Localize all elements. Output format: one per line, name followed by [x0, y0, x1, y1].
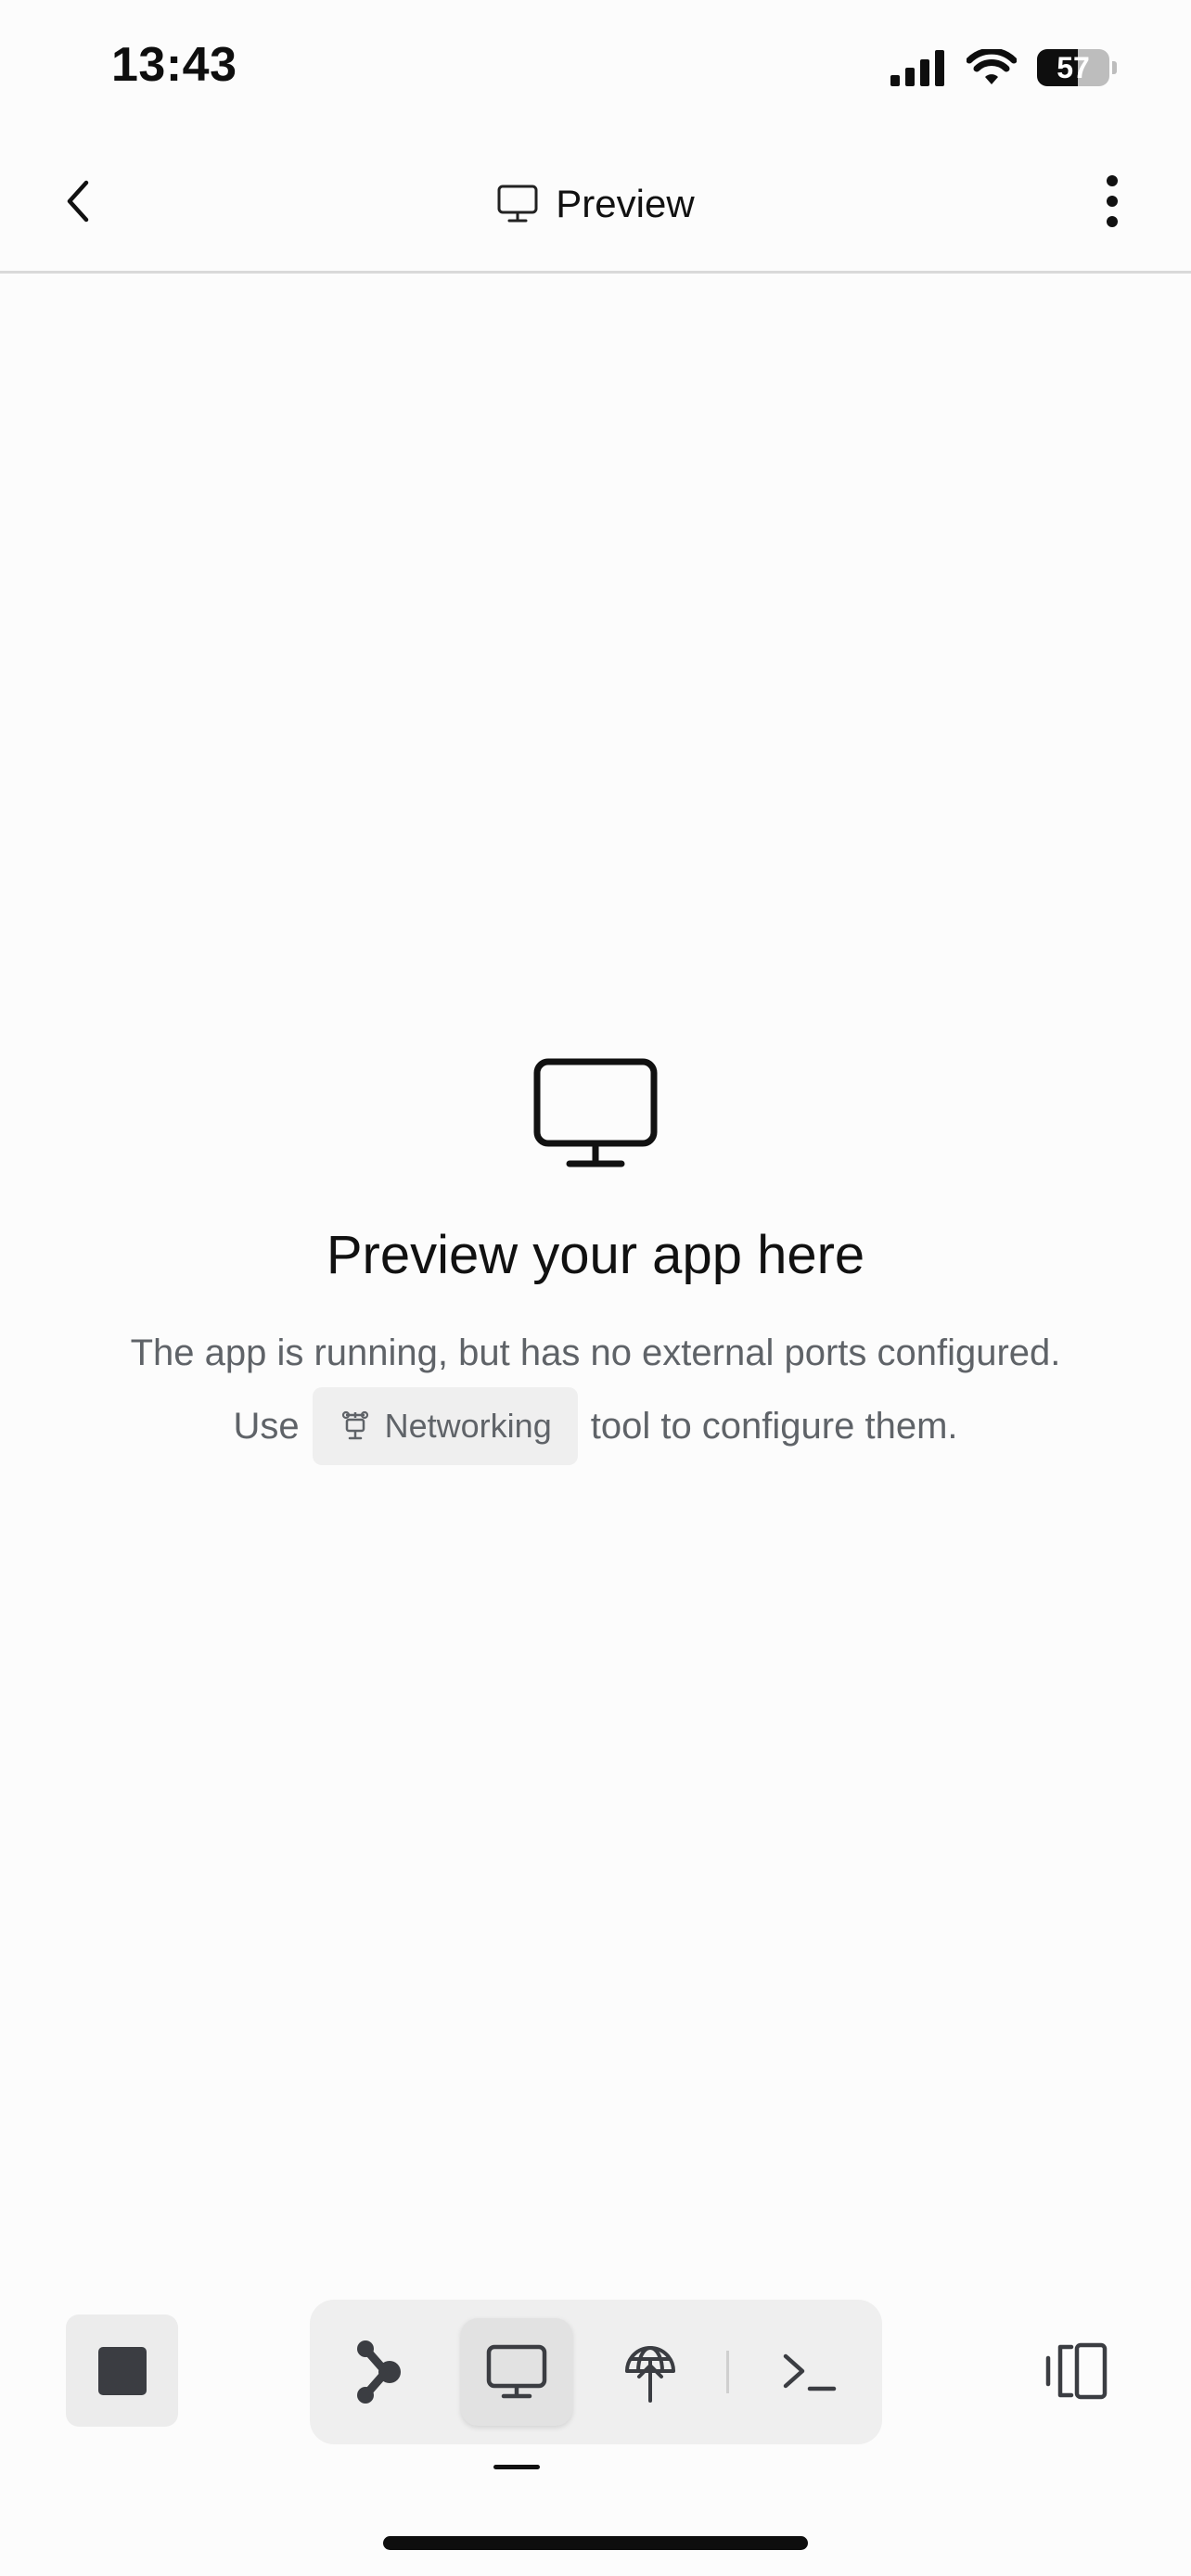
status-icons: 57 [890, 45, 1117, 91]
empty-state-instruction: Use Networking tool to configure them. [234, 1387, 958, 1465]
stop-icon [97, 2346, 147, 2395]
active-tab-indicator [493, 2465, 540, 2469]
tool-switcher [310, 2300, 882, 2444]
battery-body: 57 [1037, 49, 1109, 86]
agent-tool-button[interactable] [323, 2318, 434, 2426]
nav-bar: Preview [0, 139, 1191, 274]
shell-tool-button[interactable] [753, 2318, 864, 2426]
tool-divider [726, 2351, 729, 2393]
instruction-prefix: Use [233, 1405, 300, 1447]
agent-icon [357, 2340, 401, 2404]
bottom-toolbar [0, 2290, 1191, 2469]
globe-upload-icon [625, 2346, 675, 2403]
instruction-suffix: tool to configure them. [590, 1405, 958, 1447]
deploy-tool-button[interactable] [595, 2318, 706, 2426]
battery-level: 57 [1057, 50, 1090, 84]
battery-icon: 57 [1037, 49, 1117, 86]
status-bar: 13:43 57 [0, 0, 1191, 139]
empty-state-title: Preview your app here [326, 1225, 865, 1285]
networking-tool-chip[interactable]: Networking [312, 1387, 578, 1465]
monitor-icon [533, 1058, 658, 1167]
status-time: 13:43 [111, 38, 237, 92]
stop-button[interactable] [66, 2315, 178, 2427]
empty-state-description: The app is running, but has no external … [130, 1333, 1061, 1373]
more-vertical-icon [1107, 175, 1118, 227]
networking-chip-label: Networking [384, 1407, 552, 1445]
layout-toggle-button[interactable] [1020, 2315, 1133, 2427]
preview-tool-button[interactable] [461, 2318, 572, 2426]
wifi-icon [967, 49, 1017, 84]
cellular-signal-icon [890, 50, 944, 86]
empty-state: Preview your app here The app is running… [0, 1057, 1191, 1465]
home-indicator [383, 2536, 808, 2550]
terminal-icon [783, 2353, 837, 2391]
more-options-button[interactable] [1080, 169, 1145, 234]
monitor-icon [497, 185, 538, 223]
nav-title-group: Preview [0, 176, 1191, 232]
split-view-icon [1045, 2342, 1107, 2399]
monitor-icon [486, 2344, 547, 2399]
networking-icon [341, 1410, 368, 1440]
page-title: Preview [556, 182, 695, 225]
